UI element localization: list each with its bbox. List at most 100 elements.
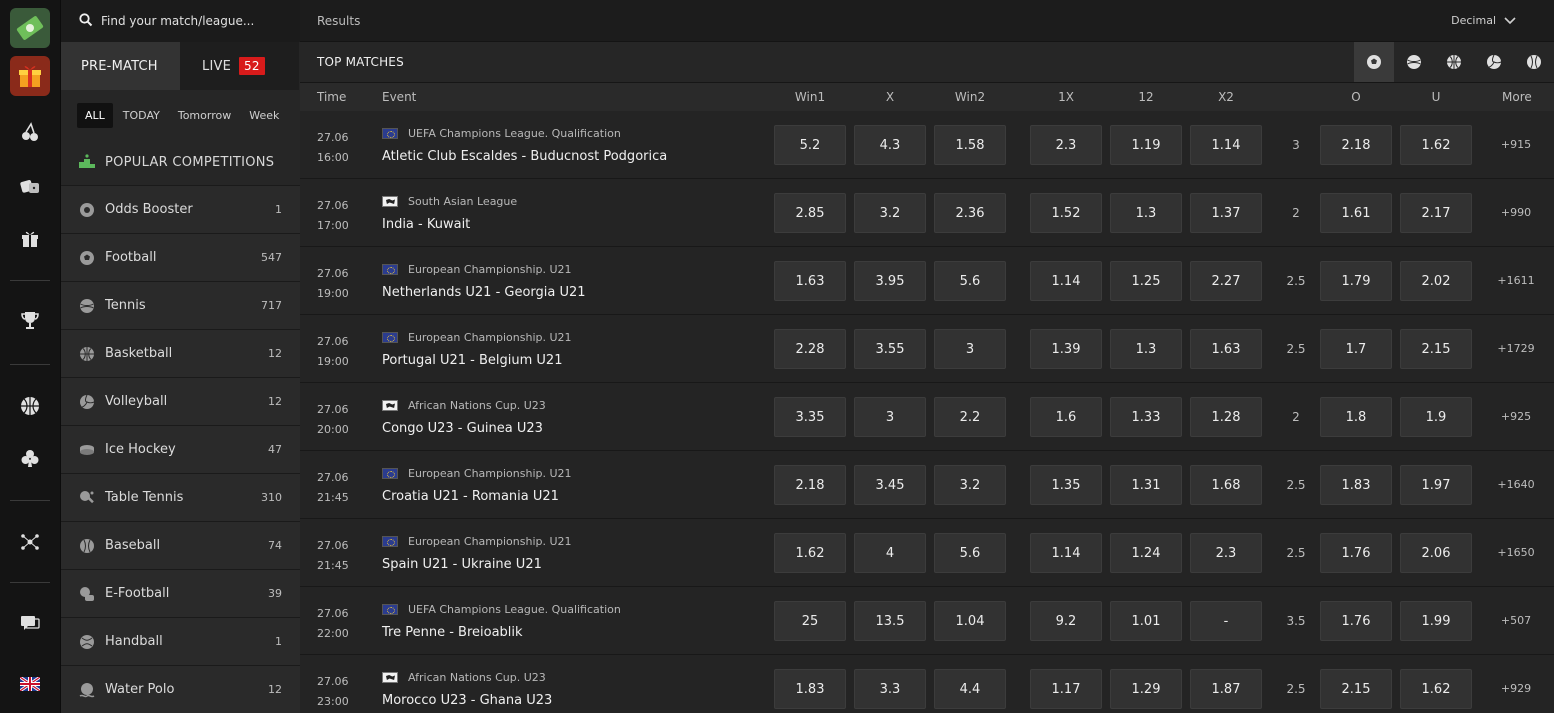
odd-win1-button[interactable]: 1.62 — [774, 533, 846, 573]
odd-over-button[interactable]: 1.7 — [1320, 329, 1392, 369]
odd-under-button[interactable]: 1.62 — [1400, 669, 1472, 709]
results-link[interactable]: Results — [317, 14, 360, 28]
odd-over-button[interactable]: 1.83 — [1320, 465, 1392, 505]
sport-item[interactable]: Ice Hockey 47 — [61, 426, 300, 474]
odd-win2-button[interactable]: 5.6 — [934, 261, 1006, 301]
sport-item[interactable]: Table Tennis 310 — [61, 474, 300, 522]
sport-item[interactable]: Tennis 717 — [61, 282, 300, 330]
odd-under-button[interactable]: 1.9 — [1400, 397, 1472, 437]
odd-12-button[interactable]: 1.3 — [1110, 193, 1182, 233]
more-markets-link[interactable]: +1611 — [1496, 274, 1536, 287]
odd-under-button[interactable]: 2.06 — [1400, 533, 1472, 573]
odd-under-button[interactable]: 2.17 — [1400, 193, 1472, 233]
period-tab-today[interactable]: TODAY — [115, 103, 168, 128]
match-name[interactable]: Congo U23 - Guinea U23 — [382, 421, 543, 436]
filter-basketball[interactable] — [1434, 42, 1474, 82]
tab-prematch[interactable]: PRE-MATCH — [61, 42, 180, 90]
odd-over-button[interactable]: 2.15 — [1320, 669, 1392, 709]
chat-icon[interactable] — [10, 603, 50, 643]
odd-win2-button[interactable]: 3.2 — [934, 465, 1006, 505]
odd-12-button[interactable]: 1.24 — [1110, 533, 1182, 573]
odd-x2-button[interactable]: 1.14 — [1190, 125, 1262, 165]
odd-1x-button[interactable]: 1.6 — [1030, 397, 1102, 437]
odd-1x-button[interactable]: 1.17 — [1030, 669, 1102, 709]
odd-12-button[interactable]: 1.29 — [1110, 669, 1182, 709]
odd-win2-button[interactable]: 4.4 — [934, 669, 1006, 709]
odd-1x-button[interactable]: 1.35 — [1030, 465, 1102, 505]
match-name[interactable]: Portugal U21 - Belgium U21 — [382, 353, 562, 368]
odd-12-button[interactable]: 1.25 — [1110, 261, 1182, 301]
odd-x2-button[interactable]: - — [1190, 601, 1262, 641]
odd-win2-button[interactable]: 1.58 — [934, 125, 1006, 165]
sport-item[interactable]: E-Football 39 — [61, 570, 300, 618]
odd-1x-button[interactable]: 1.14 — [1030, 533, 1102, 573]
match-name[interactable]: Atletic Club Escaldes - Buducnost Podgor… — [382, 149, 667, 164]
odd-win1-button[interactable]: 2.28 — [774, 329, 846, 369]
odd-12-button[interactable]: 1.19 — [1110, 125, 1182, 165]
odd-x2-button[interactable]: 1.87 — [1190, 669, 1262, 709]
odd-over-button[interactable]: 1.61 — [1320, 193, 1392, 233]
odd-12-button[interactable]: 1.3 — [1110, 329, 1182, 369]
odd-over-button[interactable]: 1.79 — [1320, 261, 1392, 301]
more-markets-link[interactable]: +925 — [1496, 410, 1536, 423]
filter-volleyball[interactable] — [1474, 42, 1514, 82]
sport-item[interactable]: Water Polo 12 — [61, 666, 300, 713]
odd-win1-button[interactable]: 25 — [774, 601, 846, 641]
trophy-icon[interactable] — [10, 300, 50, 340]
gift-promo-icon[interactable] — [10, 56, 50, 96]
odd-win2-button[interactable]: 2.2 — [934, 397, 1006, 437]
network-icon[interactable] — [10, 522, 50, 562]
odds-format-select[interactable]: Decimal — [1451, 14, 1516, 27]
odd-x2-button[interactable]: 2.3 — [1190, 533, 1262, 573]
basketball-rail-icon[interactable] — [10, 386, 50, 426]
search-input[interactable] — [101, 14, 291, 28]
cherry-slots-icon[interactable] — [10, 112, 50, 152]
odd-over-button[interactable]: 1.76 — [1320, 601, 1392, 641]
odd-draw-button[interactable]: 4 — [854, 533, 926, 573]
period-tab-week[interactable]: Week — [241, 103, 287, 128]
odd-draw-button[interactable]: 4.3 — [854, 125, 926, 165]
odd-win1-button[interactable]: 1.83 — [774, 669, 846, 709]
sport-item[interactable]: Handball 1 — [61, 618, 300, 666]
odd-draw-button[interactable]: 3.3 — [854, 669, 926, 709]
match-name[interactable]: Tre Penne - Breioablik — [382, 625, 523, 640]
odd-12-button[interactable]: 1.33 — [1110, 397, 1182, 437]
more-markets-link[interactable]: +1650 — [1496, 546, 1536, 559]
odd-draw-button[interactable]: 13.5 — [854, 601, 926, 641]
odd-x2-button[interactable]: 1.28 — [1190, 397, 1262, 437]
odd-x2-button[interactable]: 1.68 — [1190, 465, 1262, 505]
more-markets-link[interactable]: +1640 — [1496, 478, 1536, 491]
sport-item[interactable]: Odds Booster 1 — [61, 186, 300, 234]
odd-over-button[interactable]: 1.76 — [1320, 533, 1392, 573]
period-tab-tomorrow[interactable]: Tomorrow — [170, 103, 239, 128]
more-markets-link[interactable]: +1729 — [1496, 342, 1536, 355]
match-name[interactable]: Netherlands U21 - Georgia U21 — [382, 285, 586, 300]
odd-win2-button[interactable]: 1.04 — [934, 601, 1006, 641]
odd-under-button[interactable]: 2.15 — [1400, 329, 1472, 369]
sport-item[interactable]: Football 547 — [61, 234, 300, 282]
more-markets-link[interactable]: +929 — [1496, 682, 1536, 695]
gift-icon[interactable] — [10, 218, 50, 258]
filter-baseball[interactable] — [1514, 42, 1554, 82]
popular-competitions[interactable]: POPULAR COMPETITIONS — [61, 140, 300, 186]
odd-win1-button[interactable]: 2.85 — [774, 193, 846, 233]
tab-live[interactable]: LIVE 52 — [180, 42, 299, 90]
filter-tennis[interactable] — [1394, 42, 1434, 82]
more-markets-link[interactable]: +990 — [1496, 206, 1536, 219]
odd-under-button[interactable]: 2.02 — [1400, 261, 1472, 301]
odd-win2-button[interactable]: 3 — [934, 329, 1006, 369]
odd-x2-button[interactable]: 1.37 — [1190, 193, 1262, 233]
odd-draw-button[interactable]: 3.55 — [854, 329, 926, 369]
odd-win1-button[interactable]: 3.35 — [774, 397, 846, 437]
odd-1x-button[interactable]: 2.3 — [1030, 125, 1102, 165]
more-markets-link[interactable]: +915 — [1496, 138, 1536, 151]
odd-win2-button[interactable]: 5.6 — [934, 533, 1006, 573]
odd-draw-button[interactable]: 3.45 — [854, 465, 926, 505]
filter-football[interactable] — [1354, 42, 1394, 82]
match-name[interactable]: Croatia U21 - Romania U21 — [382, 489, 559, 504]
odd-over-button[interactable]: 2.18 — [1320, 125, 1392, 165]
odd-1x-button[interactable]: 1.39 — [1030, 329, 1102, 369]
uk-flag-icon[interactable] — [10, 664, 50, 704]
odd-win2-button[interactable]: 2.36 — [934, 193, 1006, 233]
odd-under-button[interactable]: 1.97 — [1400, 465, 1472, 505]
